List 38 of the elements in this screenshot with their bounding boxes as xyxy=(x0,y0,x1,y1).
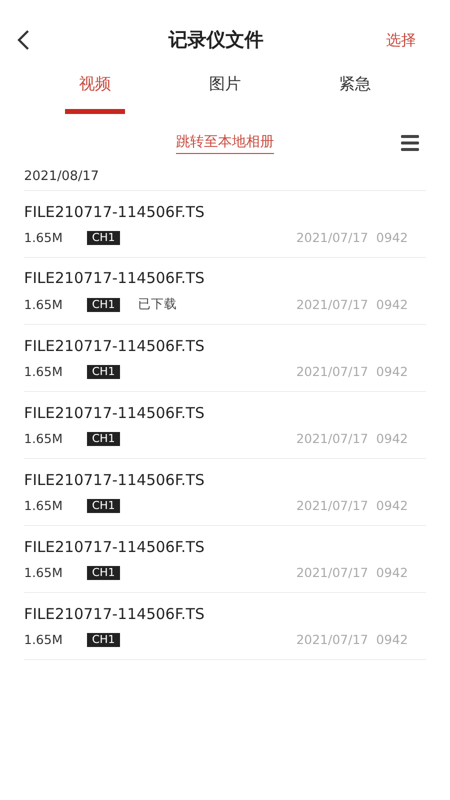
channel-badge: CH1 xyxy=(87,364,120,378)
download-status: 已下载 xyxy=(138,296,177,313)
back-icon[interactable] xyxy=(16,29,30,51)
file-time: 2021/07/17 0942 xyxy=(296,297,408,312)
file-time: 2021/07/17 0942 xyxy=(296,431,408,446)
file-time: 2021/07/17 0942 xyxy=(296,364,408,379)
channel-badge: CH1 xyxy=(87,230,120,244)
file-name[interactable]: FILE210717-114506F.TS xyxy=(24,538,204,556)
file-name[interactable]: FILE210717-114506F.TS xyxy=(24,269,204,287)
tab[interactable]: 视频 xyxy=(65,70,125,114)
file-name[interactable]: FILE210717-114506F.TS xyxy=(24,605,204,623)
file-size: 1.65M xyxy=(24,632,64,647)
file-time: 2021/07/17 0942 xyxy=(296,498,408,513)
album-link[interactable]: 跳转至本地相册 xyxy=(176,132,274,154)
tab[interactable]: 紧急 xyxy=(325,70,385,114)
select-button[interactable]: 选择 xyxy=(386,30,416,50)
channel-badge: CH1 xyxy=(87,632,120,646)
file-size: 1.65M xyxy=(24,431,64,446)
file-name[interactable]: FILE210717-114506F.TS xyxy=(24,337,204,355)
channel-badge: CH1 xyxy=(87,432,120,446)
file-size: 1.65M xyxy=(24,565,64,580)
channel-badge: CH1 xyxy=(87,298,120,312)
file-time: 2021/07/17 0942 xyxy=(296,565,408,580)
file-name[interactable]: FILE210717-114506F.TS xyxy=(24,471,204,489)
file-name[interactable]: FILE210717-114506F.TS xyxy=(24,404,204,422)
tab[interactable]: 图片 xyxy=(195,70,255,114)
file-size: 1.65M xyxy=(24,498,64,513)
date-group-label: 2021/08/17 xyxy=(24,164,426,191)
channel-badge: CH1 xyxy=(87,498,120,512)
file-size: 1.65M xyxy=(24,297,64,312)
file-size: 1.65M xyxy=(24,364,64,379)
file-time: 2021/07/17 0942 xyxy=(296,230,408,245)
file-time: 2021/07/17 0942 xyxy=(296,632,408,647)
menu-icon[interactable] xyxy=(401,135,419,151)
page-title: 记录仪文件 xyxy=(168,28,264,53)
file-name[interactable]: FILE210717-114506F.TS xyxy=(24,203,204,221)
channel-badge: CH1 xyxy=(87,566,120,580)
file-size: 1.65M xyxy=(24,230,64,245)
